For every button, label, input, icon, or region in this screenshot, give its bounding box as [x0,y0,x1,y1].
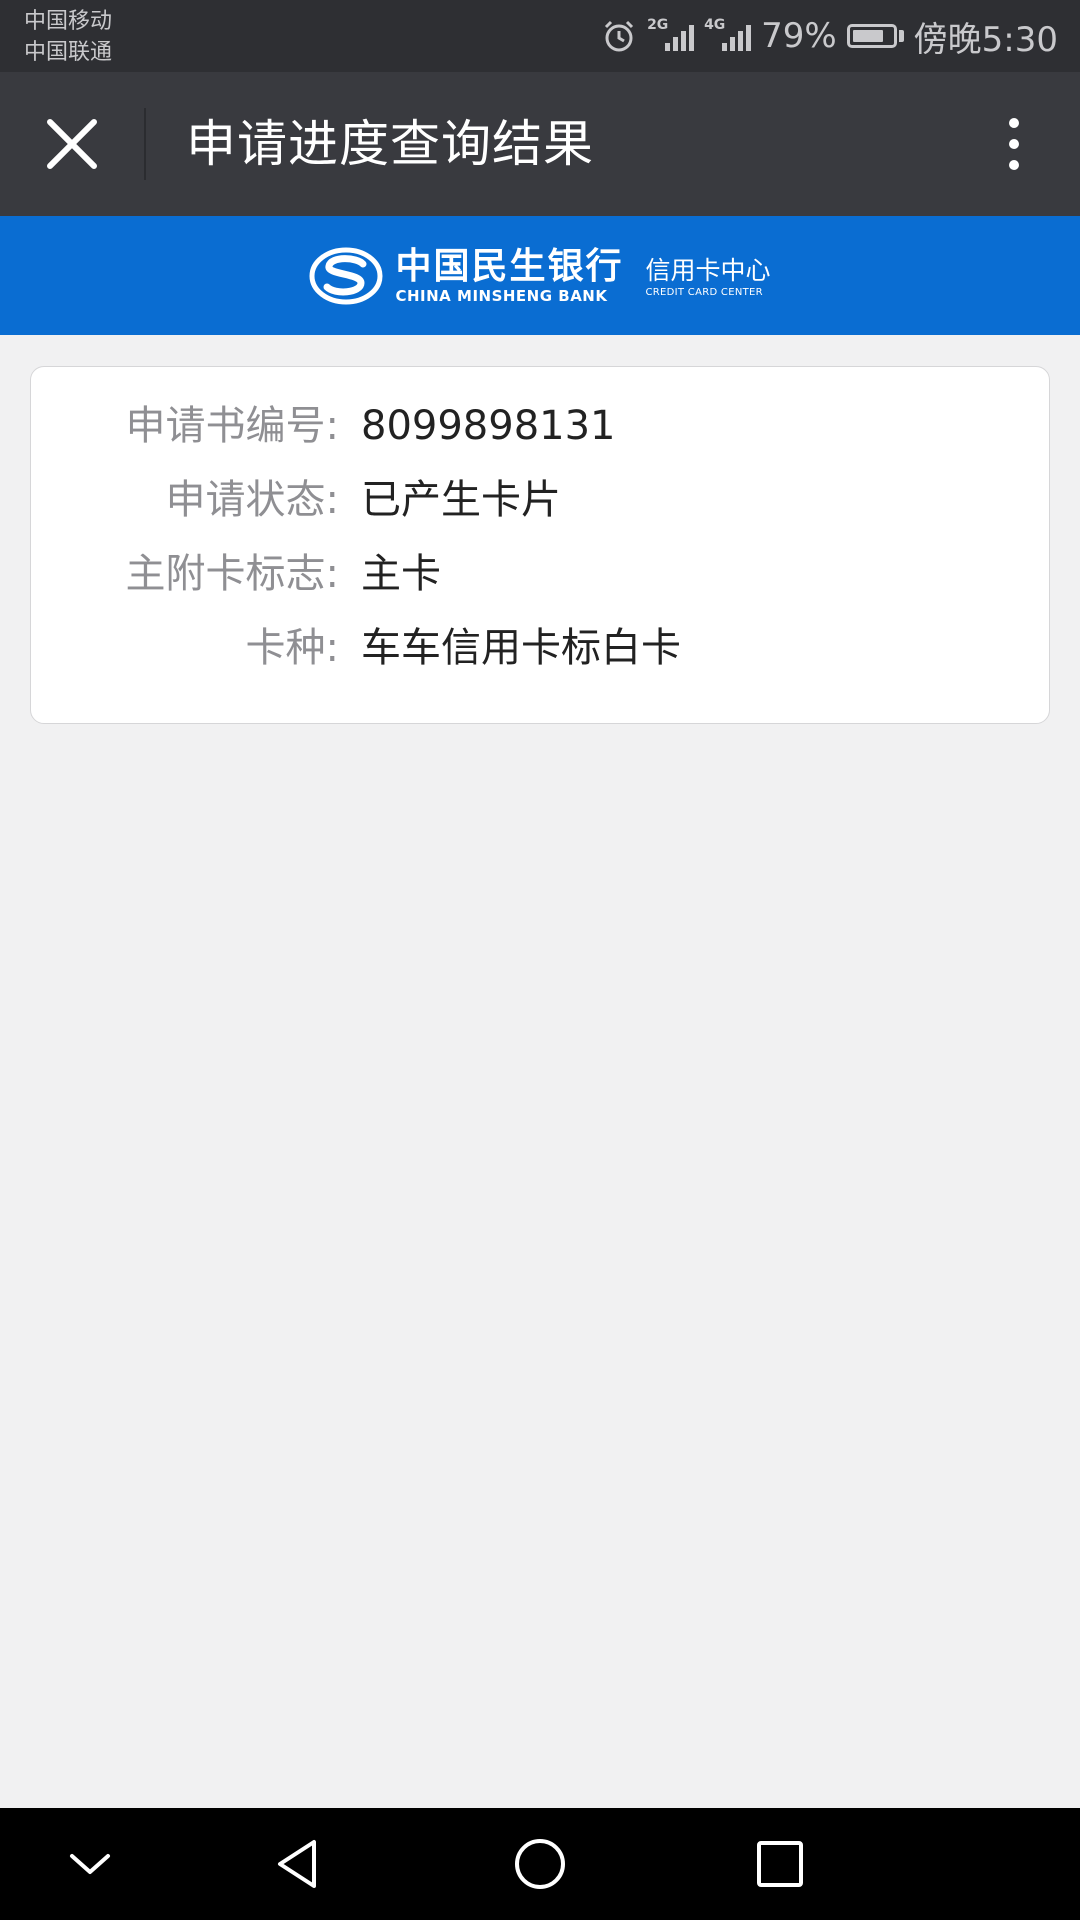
system-nav-bar [0,1808,1080,1920]
clock: 傍晚5:30 [913,19,1058,60]
info-value: 车车信用卡标白卡 [361,625,681,671]
carrier-2: 中国联通 [24,40,113,65]
carrier-1: 中国移动 [24,9,113,34]
info-row-application-number: 申请书编号: 8099898131 [31,396,1051,456]
alarm-icon [605,20,634,52]
home-icon [515,1839,565,1889]
center-name-en: CREDIT CARD CENTER [645,286,763,298]
status-indicators: 2G 4G 79% 傍晚5:30 [601,0,1058,72]
close-icon [47,119,97,169]
recents-button[interactable] [750,1834,810,1894]
title-divider [144,108,146,180]
info-label: 主附卡标志: [125,551,339,597]
page-title: 申请进度查询结果 [186,115,594,173]
close-button[interactable] [40,112,104,176]
hide-keyboard-button[interactable] [60,1834,120,1894]
info-label: 申请书编号: [125,403,339,449]
more-options-button[interactable] [984,108,1044,180]
bank-name-en: CHINA MINSHENG BANK [395,286,608,305]
info-row-card-flag: 主附卡标志: 主卡 [31,544,1051,604]
status-bar: 中国移动 中国联通 2G 4G 79% 傍晚5:30 [0,0,1080,72]
bank-name: 中国民生银行 CHINA MINSHENG BANK [395,245,624,305]
info-value: 主卡 [361,551,441,597]
info-label: 申请状态: [165,477,339,523]
info-row-status: 申请状态: 已产生卡片 [31,470,1051,530]
battery-icon [846,24,904,48]
recents-icon [757,1841,803,1887]
back-icon [278,1840,316,1888]
chevron-down-icon [70,1854,110,1874]
carrier-info: 中国移动 中国联通 [24,6,112,68]
bank-name-cn: 中国民生银行 [395,245,624,287]
signal-2g-icon: 2G [647,17,695,51]
info-label: 卡种: [245,625,339,671]
application-result-card: 申请书编号: 8099898131 申请状态: 已产生卡片 主附卡标志: 主卡 … [30,366,1050,724]
info-row-card-type: 卡种: 车车信用卡标白卡 [31,618,1051,678]
credit-card-center: 信用卡中心 CREDIT CARD CENTER [646,256,771,300]
info-value: 8099898131 [361,403,616,449]
home-button[interactable] [510,1834,570,1894]
bank-banner: 中国民生银行 CHINA MINSHENG BANK 信用卡中心 CREDIT … [0,216,1080,335]
info-value: 已产生卡片 [361,477,561,523]
signal-4g-icon: 4G [704,17,752,51]
network-type-1: 2G [647,17,669,33]
more-vertical-icon [1009,118,1019,128]
minsheng-logo-icon [309,247,383,304]
battery-percent: 79% [761,16,837,56]
center-name-cn: 信用卡中心 [645,255,771,285]
battery-fill [852,30,883,42]
title-bar: 申请进度查询结果 [0,72,1080,216]
back-button[interactable] [270,1834,330,1894]
network-type-2: 4G [704,17,726,33]
